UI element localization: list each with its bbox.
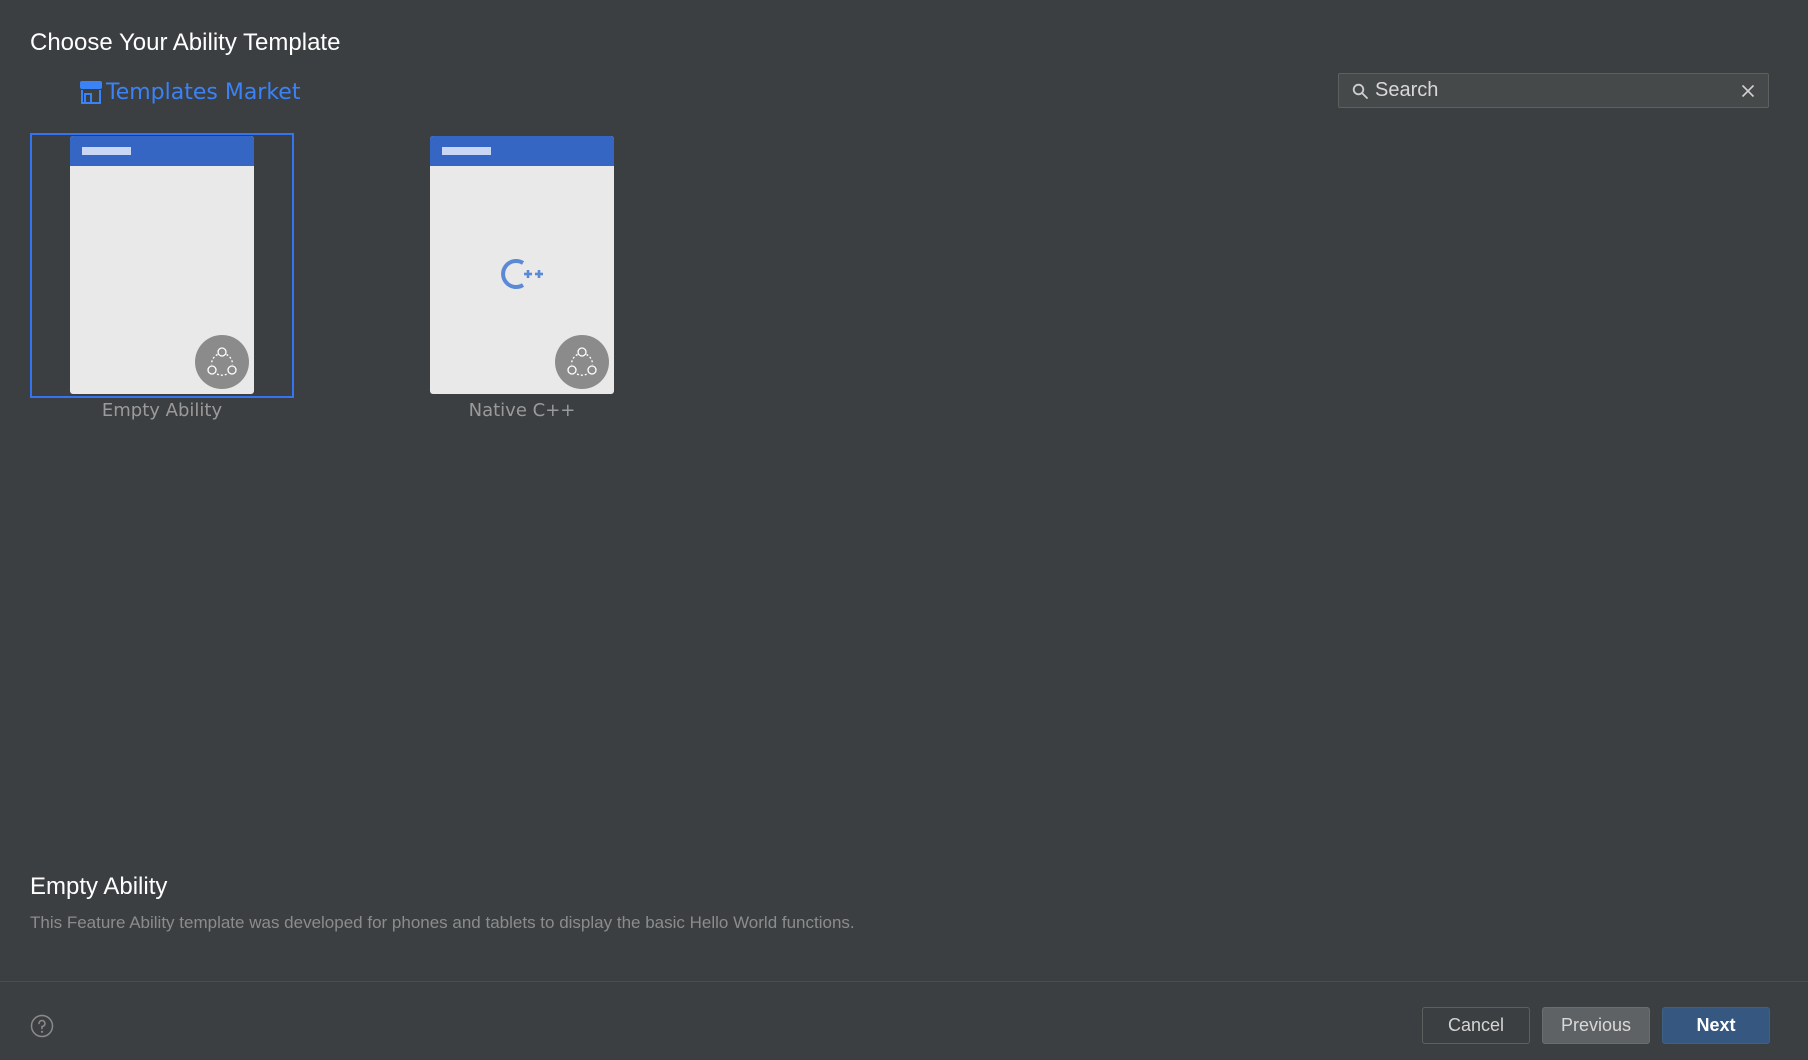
- description-text: This Feature Ability template was develo…: [30, 913, 855, 932]
- template-label-empty-ability: Empty Ability: [101, 400, 223, 421]
- dialog-title: Choose Your Ability Template: [30, 29, 341, 56]
- preview-header: [70, 136, 254, 166]
- template-card-native-cpp[interactable]: [390, 133, 654, 398]
- preview-header: [430, 136, 614, 166]
- cpp-icon: [497, 256, 551, 292]
- template-label-native-cpp: Native C++: [468, 400, 576, 421]
- templates-market-link[interactable]: Templates Market: [78, 78, 300, 106]
- ability-badge-icon: [555, 335, 609, 389]
- template-preview: [430, 136, 614, 394]
- description-title: Empty Ability: [30, 873, 168, 900]
- ability-badge-icon: [195, 335, 249, 389]
- search-box[interactable]: [1338, 73, 1769, 108]
- template-preview: [70, 136, 254, 394]
- search-icon: [1351, 82, 1369, 100]
- search-input[interactable]: [1375, 74, 1738, 107]
- next-button[interactable]: Next: [1662, 1007, 1770, 1044]
- store-icon: [78, 78, 104, 106]
- footer-divider: [0, 981, 1808, 982]
- cancel-button[interactable]: Cancel: [1422, 1007, 1530, 1044]
- template-card-empty-ability[interactable]: [30, 133, 294, 398]
- templates-market-label: Templates Market: [106, 79, 301, 105]
- help-icon[interactable]: [30, 1014, 54, 1038]
- close-icon[interactable]: [1738, 81, 1758, 101]
- previous-button[interactable]: Previous: [1542, 1007, 1650, 1044]
